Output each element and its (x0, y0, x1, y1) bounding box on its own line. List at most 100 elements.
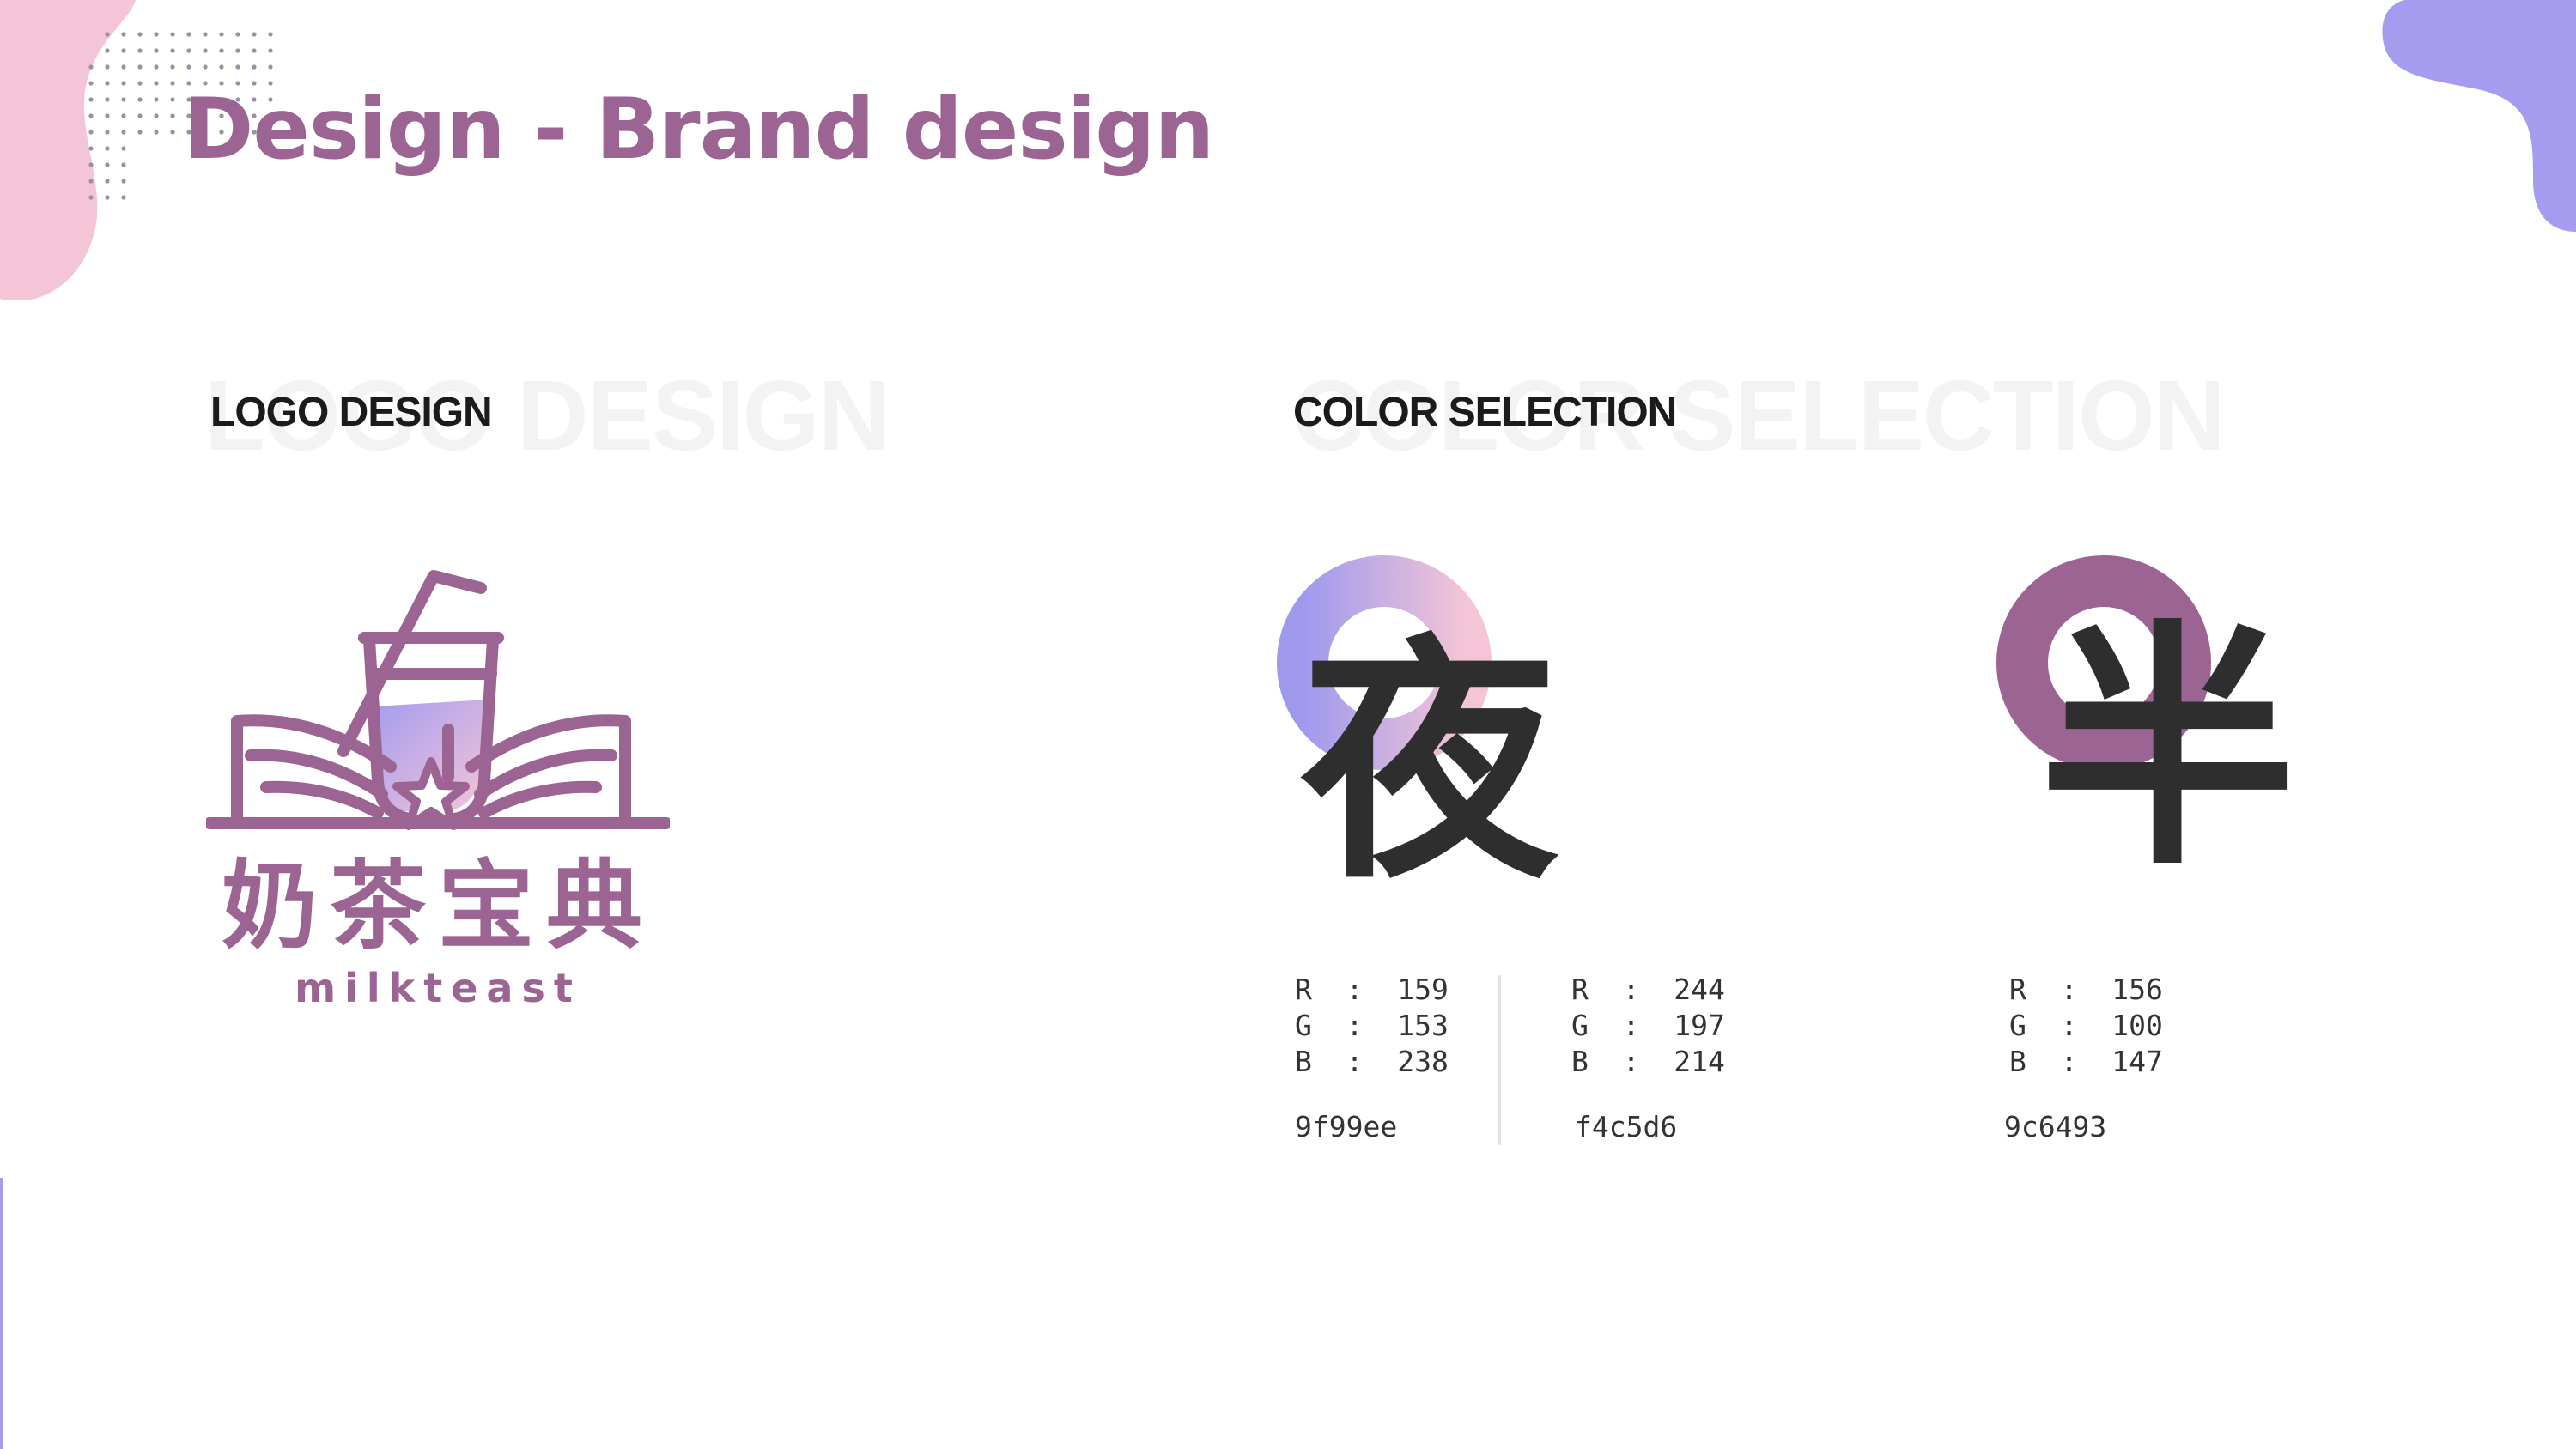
swatch-2-r: 244 (1674, 973, 1725, 1006)
dot (105, 97, 110, 102)
dot (252, 64, 257, 70)
dot (235, 48, 240, 53)
dot (154, 130, 159, 135)
dot (121, 113, 126, 118)
dot (121, 64, 126, 70)
dot (88, 195, 94, 200)
dot (219, 64, 224, 70)
dot (121, 130, 126, 135)
rgb-label: B : (2009, 1045, 2112, 1078)
purple-blob-decoration (2382, 0, 2576, 232)
swatch-3-g: 100 (2111, 1009, 2163, 1042)
dot (121, 97, 126, 102)
dot (154, 64, 159, 70)
dot (252, 48, 257, 53)
dot (186, 32, 191, 37)
swatch-2-rgb: R : 244 G : 197 B : 214 (1571, 972, 1725, 1080)
dot (137, 48, 143, 53)
dot (170, 130, 175, 135)
swatch-2-b: 214 (1674, 1045, 1725, 1078)
dot (105, 146, 110, 151)
dot (154, 113, 159, 118)
dot (121, 179, 126, 184)
dot (154, 48, 159, 53)
dot (88, 146, 94, 151)
dot (105, 113, 110, 118)
dot (186, 64, 191, 70)
rgb-label: B : (1571, 1045, 1674, 1078)
swatch-1-b: 238 (1397, 1045, 1449, 1078)
dot (121, 48, 126, 53)
swatch-2-hex: f4c5d6 (1575, 1110, 1678, 1143)
calligraphy-glyph-night: 夜 (1301, 610, 1558, 913)
swatch-3-b: 147 (2111, 1045, 2163, 1078)
dot (170, 113, 175, 118)
dot (268, 32, 273, 37)
dot (105, 179, 110, 184)
dot (170, 48, 175, 53)
logo-english-name: milkteast (295, 965, 581, 1011)
dot (105, 64, 110, 70)
dot (105, 130, 110, 135)
dot (219, 32, 224, 37)
rgb-label: R : (1571, 973, 1674, 1006)
dot (170, 64, 175, 70)
dot (186, 48, 191, 53)
dot (121, 146, 126, 151)
dot (137, 81, 143, 86)
dot (137, 97, 143, 102)
dot (121, 32, 126, 37)
dot (105, 48, 110, 53)
swatch-1-rgb: R : 159 G : 153 B : 238 (1295, 972, 1449, 1080)
left-accent-line (0, 1178, 3, 1449)
swatch-1-r: 159 (1397, 973, 1449, 1006)
rgb-label: G : (1571, 1009, 1674, 1042)
dot (252, 32, 257, 37)
dot (219, 48, 224, 53)
dot (137, 130, 143, 135)
dot (170, 81, 175, 86)
dot (203, 48, 208, 53)
dot (154, 97, 159, 102)
dot (137, 113, 143, 118)
dot (235, 64, 240, 70)
dot (88, 162, 94, 167)
swatch-2-g: 197 (1674, 1009, 1725, 1042)
dot (88, 179, 94, 184)
calligraphy-glyph-half: 半 (2039, 597, 2297, 900)
dot (268, 64, 273, 70)
dot (88, 81, 94, 86)
page-title: Design - Brand design (184, 81, 1214, 179)
dot (203, 64, 208, 70)
rgb-label: G : (1295, 1009, 1398, 1042)
dot (105, 32, 110, 37)
dot (170, 97, 175, 102)
dot (121, 81, 126, 86)
dot (203, 32, 208, 37)
rgb-label: R : (2009, 973, 2112, 1006)
dot (235, 32, 240, 37)
logo-chinese-name: 奶茶宝典 (222, 851, 654, 962)
dot (154, 32, 159, 37)
dot (88, 64, 94, 70)
swatch-divider (1498, 975, 1501, 1145)
dot (88, 113, 94, 118)
dot (88, 130, 94, 135)
rgb-label: G : (2009, 1009, 2112, 1042)
dot (105, 195, 110, 200)
dot (170, 32, 175, 37)
dot (268, 48, 273, 53)
rgb-label: B : (1295, 1045, 1398, 1078)
dot (154, 81, 159, 86)
dot (121, 195, 126, 200)
dot (121, 162, 126, 167)
dot (105, 162, 110, 167)
swatch-3-hex: 9c6493 (2004, 1110, 2107, 1143)
swatch-1-g: 153 (1397, 1009, 1449, 1042)
dot (137, 32, 143, 37)
rgb-label: R : (1295, 973, 1398, 1006)
color-section-heading: COLOR SELECTION (1293, 390, 1677, 435)
swatch-3-r: 156 (2111, 973, 2163, 1006)
dot (88, 97, 94, 102)
dot (105, 81, 110, 86)
